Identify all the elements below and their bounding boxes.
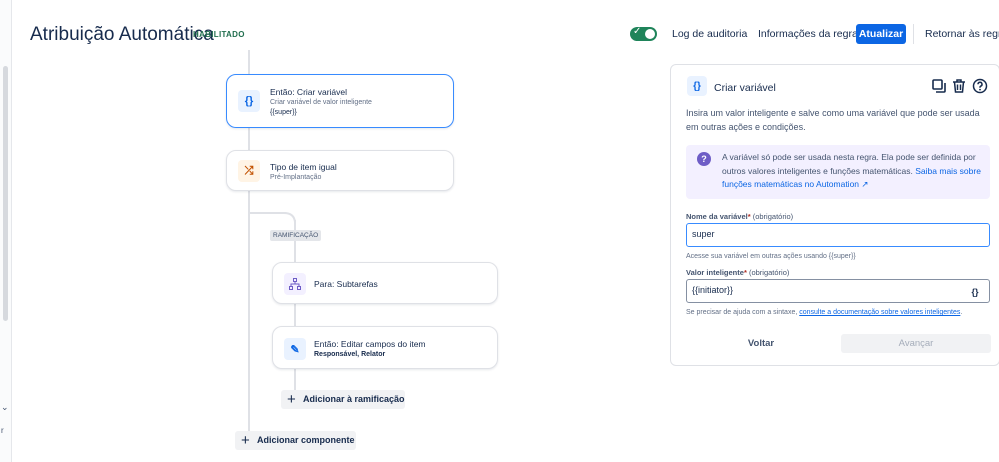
back-to-rules-link[interactable]: Retornar às regras <box>925 28 999 40</box>
required-hint: (obrigatório) <box>752 212 794 221</box>
card-subtitle: Criar variável de valor inteligente <box>270 99 372 106</box>
required-mark: * <box>743 268 747 277</box>
scrollbar[interactable] <box>3 66 8 321</box>
card-subtitle: Responsável, Relator <box>314 351 386 358</box>
card-issue-type[interactable]: ⤮ Tipo de item igual Pré-Implantação <box>226 150 454 191</box>
status-badge: HABILITADO <box>193 30 245 39</box>
card-title: Então: Criar variável <box>270 87 348 97</box>
chevron-down-icon[interactable]: ⌄ <box>1 402 9 413</box>
required-hint: (obrigatório) <box>748 268 790 277</box>
toggle-knob <box>645 29 655 39</box>
branch-tag: RAMIFICAÇÃO <box>270 230 322 241</box>
curly-braces-icon: {} <box>238 90 260 112</box>
rule-enabled-toggle[interactable]: ✓ <box>630 26 657 41</box>
smart-value-label: Valor inteligente* (obrigatório) <box>686 268 789 277</box>
card-subtasks[interactable]: Para: Subtarefas <box>272 262 498 304</box>
add-component-label: Adicionar componente <box>257 435 355 445</box>
pencil-icon: ✎ <box>284 338 306 360</box>
resize-icon: r <box>1 426 4 435</box>
docs-link[interactable]: consulte a documentação sobre valores in… <box>799 309 960 316</box>
duplicate-icon[interactable] <box>931 78 947 94</box>
trash-icon[interactable] <box>951 78 967 94</box>
connector <box>250 212 286 214</box>
back-button[interactable]: Voltar <box>686 334 836 353</box>
branch-curve <box>284 212 296 222</box>
card-title: Tipo de item igual <box>270 162 337 172</box>
page-title: Atribuição Automática <box>30 24 214 45</box>
insert-smart-value-button[interactable]: {} <box>965 283 985 301</box>
curly-braces-icon: {} <box>687 76 707 96</box>
card-create-variable[interactable]: {} Então: Criar variável Criar variável … <box>226 74 454 128</box>
next-button[interactable]: Avançar <box>841 334 991 353</box>
connector <box>248 50 250 74</box>
divider <box>913 24 914 44</box>
add-component-button[interactable]: + Adicionar componente <box>235 431 356 450</box>
plus-icon: + <box>287 391 296 408</box>
plus-icon: + <box>241 432 250 449</box>
audit-log-link[interactable]: Log de auditoria <box>672 28 747 40</box>
panel-description: Insira um valor inteligente e salve como… <box>686 108 980 132</box>
question-icon: ? <box>697 152 711 166</box>
smart-value-help: Se precisar de ajuda com a sintaxe, cons… <box>686 309 962 316</box>
check-icon: ✓ <box>633 26 642 37</box>
help-prefix: Se precisar de ajuda com a sintaxe, <box>686 309 798 316</box>
left-gutter: ⌄ r <box>0 0 12 462</box>
info-text: A variável só pode ser usada nesta regra… <box>722 151 984 192</box>
variable-name-input[interactable]: super <box>686 223 990 247</box>
panel-title: Criar variável <box>714 82 776 94</box>
card-edit-fields[interactable]: ✎ Então: Editar campos do item Responsáv… <box>272 326 498 369</box>
smart-value-input[interactable]: {{initiator}} <box>686 279 990 303</box>
rule-info-link[interactable]: Informações da regra <box>758 28 858 40</box>
connector <box>248 128 250 150</box>
card-subtitle: Pré-Implantação <box>270 174 322 181</box>
help-suffix: . <box>960 309 963 316</box>
add-to-branch-button[interactable]: + Adicionar à ramificação <box>281 390 405 409</box>
help-icon[interactable] <box>972 78 988 94</box>
hierarchy-icon <box>284 273 306 295</box>
shuffle-icon: ⤮ <box>238 160 260 182</box>
add-to-branch-label: Adicionar à ramificação <box>303 394 405 404</box>
card-detail: {{super}} <box>270 109 297 116</box>
update-button[interactable]: Atualizar <box>856 24 906 44</box>
config-panel: {} Criar variável Insira um valor inteli… <box>670 64 999 366</box>
card-title: Então: Editar campos do item <box>314 339 426 349</box>
smart-value-label-text: Valor inteligente <box>686 268 744 277</box>
connector <box>248 191 250 433</box>
variable-name-label: Nome da variável* (obrigatório) <box>686 212 793 221</box>
info-message: ? A variável só pode ser usada nesta reg… <box>686 145 990 199</box>
required-mark: * <box>747 212 751 221</box>
variable-name-label-text: Nome da variável <box>686 212 748 221</box>
variable-name-help: Acesse sua variável em outras ações usan… <box>686 253 856 260</box>
card-title: Para: Subtarefas <box>314 279 378 289</box>
